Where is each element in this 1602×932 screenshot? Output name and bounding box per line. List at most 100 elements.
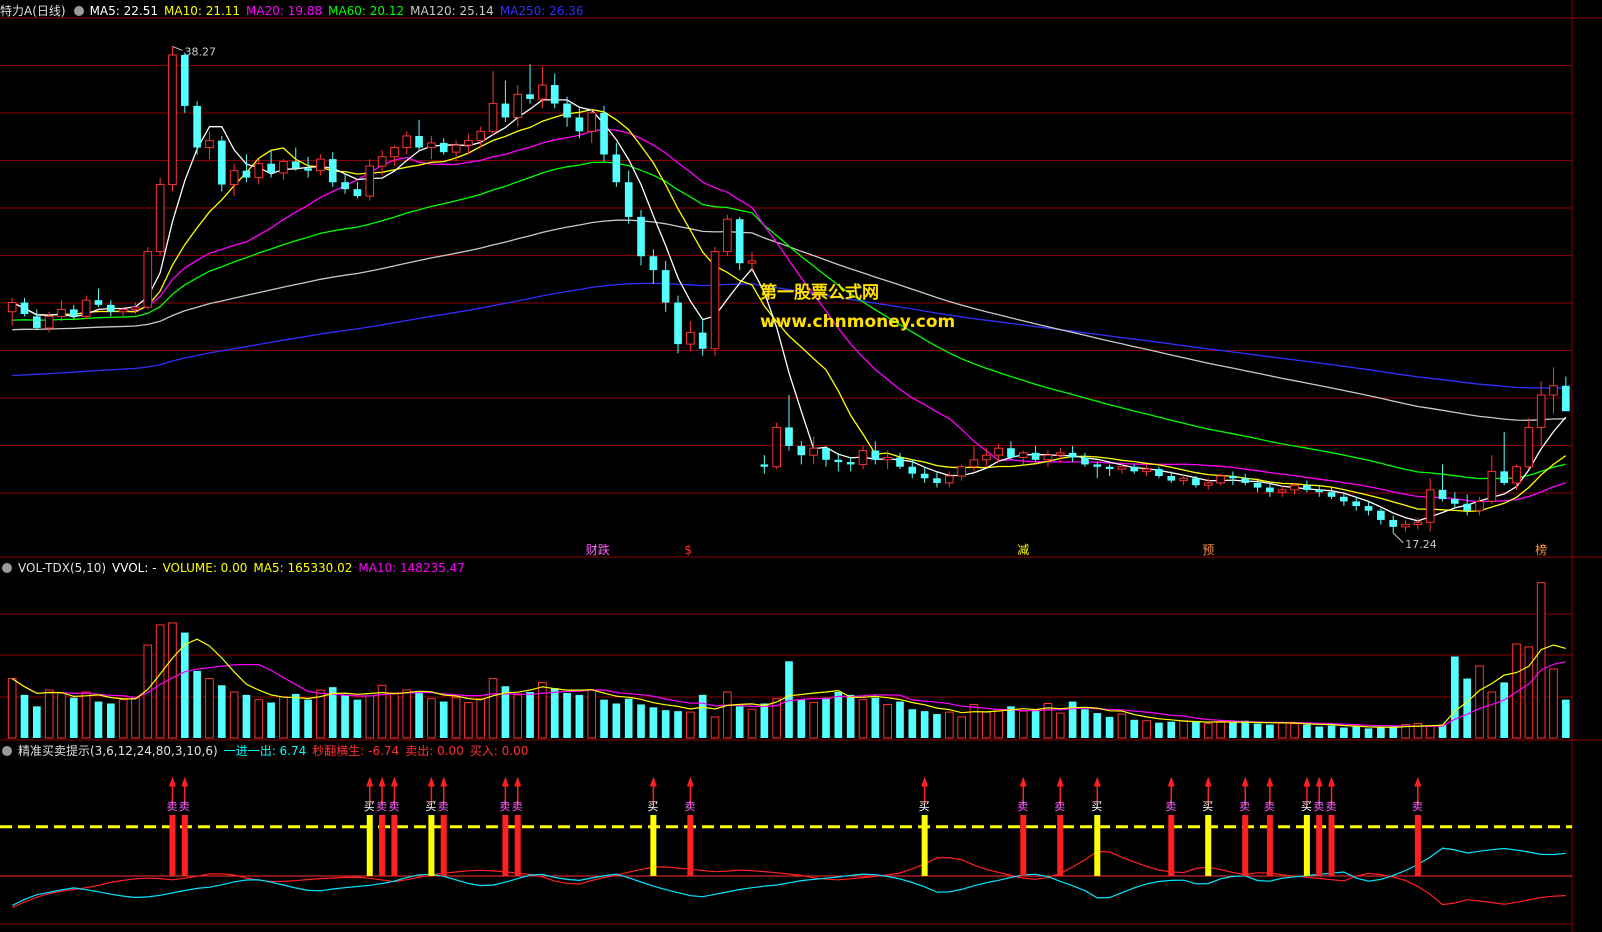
volume-bar [353,699,362,738]
candle-body [33,316,41,328]
signal-arrow-head [1328,776,1336,787]
signal-label: 卖 [1412,800,1423,813]
candle-body [1536,394,1546,428]
volume-bar [1340,727,1348,738]
legend-item: MA250: 26.36 [499,4,584,18]
legend-item: MA10: 148235.47 [358,561,465,575]
settings-circle-icon[interactable] [2,746,12,756]
volume-bar [1549,668,1558,739]
candle-body [501,103,510,118]
signal-label: 买 [647,800,658,813]
volume-bar [1031,709,1040,738]
low-pointer [1392,532,1404,544]
volume-bar [168,622,177,739]
signal-label: 卖 [1017,800,1028,813]
signal-bar [169,815,176,876]
event-label: $ [684,543,692,557]
signal-label: 卖 [1239,800,1250,813]
candle-body [180,55,189,106]
candle-body [291,161,300,169]
volume-bar [402,689,412,739]
signal-bar [1316,815,1323,876]
candle-body [772,426,781,468]
candle-body [1549,385,1558,396]
candle-body [1340,496,1348,502]
candle-body [760,464,769,467]
candle-body [1377,510,1385,520]
volume-bar [908,709,917,738]
candle-body [254,163,264,179]
signal-arrow-head [390,776,398,787]
candle-body [427,142,436,149]
volume-bar [193,670,201,738]
main-title: 特力A(日线) [0,4,66,18]
high-pointer [172,45,183,51]
candle-body [353,189,362,197]
candle-body [1401,524,1410,528]
volume-bar [1303,724,1311,738]
stock-chart[interactable]: 38.2717.24财跌 $ 减预榜卖卖买卖卖买卖卖卖买卖买卖卖买卖买卖卖买卖卖卖 [0,0,1602,932]
volume-bar [81,691,91,739]
candle-body [526,94,534,99]
volume-bar [513,694,523,739]
signal-arrow-head [366,776,374,787]
candle-body [242,170,251,178]
volume-bar [7,678,17,739]
signal-bar [1094,815,1101,876]
signal-label: 卖 [499,800,510,813]
candle-body [1055,452,1065,456]
volume-bar [1451,656,1459,738]
main-ma-legend: MA5: 22.51 MA10: 21.11 MA20: 19.88 MA60: 20… [90,4,590,18]
signal-label: 卖 [438,800,449,813]
candle-body [304,168,312,171]
volume-bar [279,696,288,739]
high-price-label: 38.27 [184,45,216,58]
candle-body [365,165,375,197]
signal-bar [1057,815,1064,876]
volume-bar [118,699,128,739]
volume-bar [1203,723,1213,739]
signal-label: 卖 [1326,800,1337,813]
candle-body [1277,489,1287,493]
volume-bar [1093,713,1102,738]
candle-body [1068,452,1077,458]
candle-body [1093,464,1102,467]
settings-circle-icon[interactable] [73,6,84,16]
signal-bar [921,815,928,876]
signal-label: 卖 [388,800,399,813]
volume-bar [710,716,720,739]
candle-body [550,85,559,104]
candle-body [858,450,868,465]
signal-bar [1020,815,1027,876]
volume-bar [637,704,645,738]
candle-body [217,140,226,185]
candle-body [1438,489,1447,500]
candle-body [1216,475,1225,484]
watermark-line2: www.chnmoney.com [760,312,956,332]
volume-bar [981,711,991,739]
candle-body [1203,482,1213,486]
candle-body [1229,475,1237,479]
volume-bar [723,691,732,739]
volume-bar [1562,699,1570,738]
settings-circle-icon[interactable] [2,563,12,573]
volume-bar [698,694,707,738]
candle-body [933,478,941,483]
volume-bar [1130,719,1139,738]
volume-bar [1081,709,1089,738]
candle-body [797,445,806,456]
volume-bar [563,692,571,738]
volume-bar [526,691,534,738]
legend-item: MA5: 22.51 [89,4,158,18]
signal-bar [1328,815,1335,876]
signal-label: 卖 [684,800,695,813]
volume-bar [427,698,436,739]
volume-bar [600,699,608,738]
signal-arrow-head [1204,776,1212,787]
volume-bar [809,702,818,739]
volume-bar [1327,725,1336,738]
volume-bar [1018,710,1028,739]
volume-bar [1524,646,1534,739]
candle-body [1117,466,1127,470]
signal-bar [181,815,188,876]
